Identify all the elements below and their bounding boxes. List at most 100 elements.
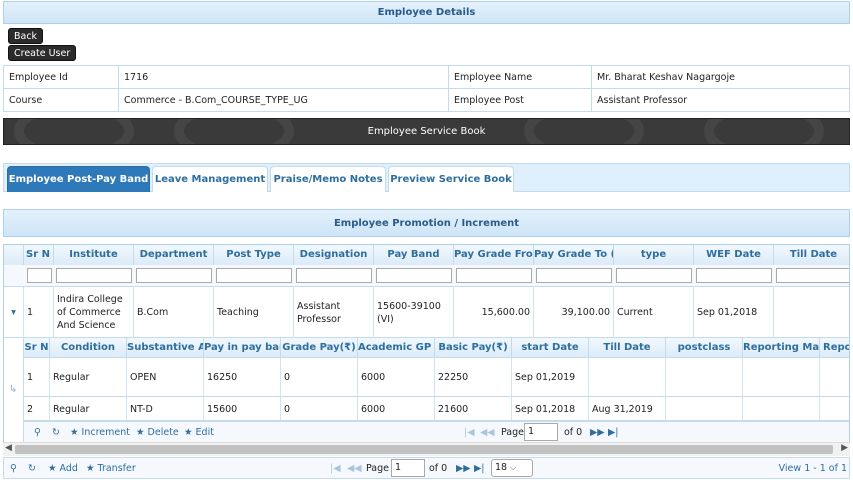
refresh-icon[interactable]: ↻	[28, 461, 36, 477]
col-wef-date[interactable]: WEF Date	[694, 245, 774, 265]
filter-post-type-input[interactable]	[216, 268, 292, 283]
employee-name-value: Mr. Bharat Keshav Nagargoje	[591, 65, 850, 89]
col-institute[interactable]: Institute	[54, 245, 134, 265]
page-number-input[interactable]: 1	[524, 423, 558, 441]
filter-wef-date-input[interactable]	[696, 268, 772, 283]
table-row[interactable]: ▾ 1 Indira College of Commerce And Scien…	[4, 287, 849, 338]
increment-label: Increment	[81, 427, 130, 438]
sub-pay-in-band: 16250	[204, 358, 281, 397]
scroll-left-icon[interactable]: ◀	[5, 443, 12, 453]
subcol-grade-pay[interactable]: Grade Pay(₹)	[281, 338, 358, 358]
back-button[interactable]: Back	[8, 28, 44, 44]
col-sr[interactable]: Sr N	[24, 245, 54, 265]
search-icon[interactable]: ⚲	[10, 461, 17, 477]
col-expand	[4, 245, 24, 265]
subcol-condition[interactable]: Condition	[50, 338, 127, 358]
first-page-icon[interactable]: |◀	[330, 461, 341, 477]
first-page-icon[interactable]: |◀	[464, 425, 475, 441]
filter-till-date-input[interactable]	[776, 268, 849, 283]
col-department[interactable]: Department	[134, 245, 214, 265]
subgrid: ↳ Sr N Condition Substantive A Pay in pa…	[4, 338, 849, 446]
tab-employee-post-pay-band[interactable]: Employee Post-Pay Band	[7, 166, 150, 192]
subgrid-row[interactable]: 2 Regular NT-D 15600 0 6000 21600 Sep 01…	[24, 397, 849, 421]
horizontal-scrollbar[interactable]: ◀ ▶	[3, 442, 850, 456]
col-pay-grade-to[interactable]: Pay Grade To (	[534, 245, 614, 265]
grid-filter-row	[4, 265, 849, 287]
col-designation[interactable]: Designation	[294, 245, 374, 265]
filter-institute-input[interactable]	[56, 268, 132, 283]
col-pay-band[interactable]: Pay Band	[374, 245, 454, 265]
next-page-icon[interactable]: ▶▶	[456, 461, 471, 477]
subcol-pay-in-band[interactable]: Pay in pay bar	[204, 338, 281, 358]
refresh-icon[interactable]: ↻	[52, 425, 60, 441]
col-till-date[interactable]: Till Date	[774, 245, 849, 265]
edit-button[interactable]: ★ Edit	[184, 425, 214, 441]
sub-postclass	[666, 397, 743, 421]
employee-id-label: Employee Id	[3, 65, 119, 89]
filter-type-input[interactable]	[616, 268, 692, 283]
col-post-type[interactable]: Post Type	[214, 245, 294, 265]
transfer-button[interactable]: ★ Transfer	[86, 461, 136, 477]
expand-toggle-icon[interactable]: ▾	[4, 287, 24, 338]
row-pay-grade-to: 39,100.00	[534, 287, 614, 338]
rows-per-page-value: 18	[495, 462, 508, 473]
service-book-header: Employee Service Book	[3, 118, 850, 145]
subcol-reporting-manager[interactable]: Reporting Mar	[743, 338, 820, 358]
scrollbar-thumb[interactable]	[15, 445, 833, 454]
subcol-academic-gp[interactable]: Academic GP (	[358, 338, 435, 358]
sub-sr: 1	[24, 358, 50, 397]
search-icon[interactable]: ⚲	[34, 425, 41, 441]
add-button[interactable]: ★ Add	[48, 461, 78, 477]
row-till-date	[774, 287, 849, 338]
rows-per-page-select[interactable]: 18 ⌵	[491, 459, 533, 477]
page-number-input[interactable]: 1	[391, 459, 425, 477]
subgrid-column-headers: Sr N Condition Substantive A Pay in pay …	[24, 338, 849, 358]
page-label: Page	[366, 463, 389, 474]
subcol-sr[interactable]: Sr N	[24, 338, 50, 358]
sub-start-date: Sep 01,2018	[512, 397, 589, 421]
increment-button[interactable]: ★ Increment	[70, 425, 130, 441]
delete-button[interactable]: ★ Delete	[136, 425, 179, 441]
sub-substantive: NT-D	[127, 397, 204, 421]
tab-leave-management[interactable]: Leave Management	[152, 166, 268, 192]
employee-details-header: Employee Details	[3, 1, 850, 24]
transfer-label: Transfer	[97, 463, 136, 474]
filter-sr-input[interactable]	[27, 268, 52, 283]
subcol-start-date[interactable]: start Date	[512, 338, 589, 358]
filter-pay-band-input[interactable]	[376, 268, 452, 283]
page-count: of 0	[564, 427, 583, 438]
create-user-button[interactable]: Create User	[8, 45, 77, 61]
decorative-swirl	[524, 119, 644, 144]
row-type: Current	[614, 287, 694, 338]
tab-preview-service-book[interactable]: Preview Service Book	[388, 166, 514, 192]
filter-designation-input[interactable]	[296, 268, 372, 283]
filter-department-input[interactable]	[136, 268, 212, 283]
col-pay-grade-from[interactable]: Pay Grade Fror	[454, 245, 534, 265]
prev-page-icon[interactable]: ◀◀	[480, 425, 495, 441]
prev-page-icon[interactable]: ◀◀	[347, 461, 362, 477]
subcol-till-date[interactable]: Till Date	[589, 338, 666, 358]
filter-pay-grade-from-input[interactable]	[456, 268, 532, 283]
service-book-title: Employee Service Book	[367, 126, 486, 137]
subcol-basic-pay[interactable]: Basic Pay(₹)	[435, 338, 512, 358]
filter-pay-grade-to-input[interactable]	[536, 268, 612, 283]
col-type[interactable]: type	[614, 245, 694, 265]
sub-condition: Regular	[50, 397, 127, 421]
tab-praise-memo-notes[interactable]: Praise/Memo Notes	[270, 166, 386, 192]
last-page-icon[interactable]: ▶|	[474, 461, 485, 477]
employee-id-value: 1716	[118, 65, 449, 89]
subcol-substantive[interactable]: Substantive A	[127, 338, 204, 358]
sub-reporting-manager	[743, 358, 820, 397]
employee-post-value: Assistant Professor	[591, 88, 850, 112]
subgrid-row[interactable]: 1 Regular OPEN 16250 0 6000 22250 Sep 01…	[24, 358, 849, 397]
sub-till-date: Aug 31,2019	[589, 397, 666, 421]
subcol-postclass[interactable]: postclass	[666, 338, 743, 358]
last-page-icon[interactable]: ▶|	[608, 425, 619, 441]
scroll-right-icon[interactable]: ▶	[841, 443, 848, 453]
decorative-swirl	[174, 119, 294, 144]
row-post-type: Teaching	[214, 287, 294, 338]
row-pay-band: 15600-39100 (VI)	[374, 287, 454, 338]
subcol-reporting[interactable]: Repor	[820, 338, 849, 358]
row-wef-date: Sep 01,2018	[694, 287, 774, 338]
next-page-icon[interactable]: ▶▶	[590, 425, 605, 441]
